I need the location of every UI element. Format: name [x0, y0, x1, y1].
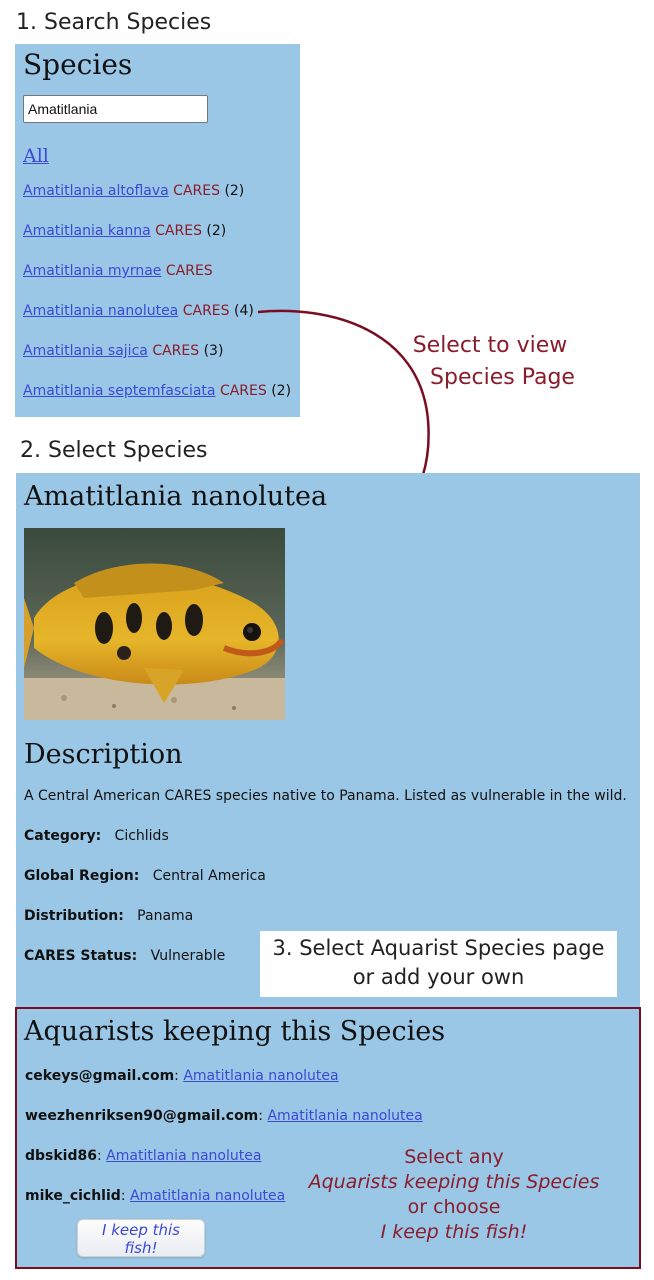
species-search-input[interactable]: [23, 95, 208, 123]
global-region-field: Global Region: Central America: [24, 868, 266, 884]
all-species-link[interactable]: All: [23, 145, 49, 167]
aquarist-species-link[interactable]: Amatitlania nanolutea: [106, 1148, 261, 1164]
species-link[interactable]: Amatitlania septemfasciata: [23, 383, 216, 399]
aquarist-user: cekeys@gmail.com: [25, 1068, 175, 1084]
species-panel-title: Species: [23, 48, 133, 81]
cares-badge: CARES: [155, 223, 202, 239]
species-count: (3): [203, 343, 224, 359]
callout-line: or choose: [407, 1196, 501, 1218]
cares-badge: CARES: [173, 183, 220, 199]
species-list-item: Amatitlania nanolutea CARES (4): [23, 303, 254, 319]
aquarist-species-link[interactable]: Amatitlania nanolutea: [183, 1068, 338, 1084]
aquarist-species-link[interactable]: Amatitlania nanolutea: [267, 1108, 422, 1124]
species-list-item: Amatitlania sajica CARES (3): [23, 343, 223, 359]
cares-status-field: CARES Status: Vulnerable: [24, 948, 225, 964]
callout-line: I keep this fish!: [380, 1221, 528, 1243]
species-page-panel: Amatitlania nanolutea Description A Cent…: [16, 473, 640, 1008]
aquarists-callout: Select any Aquarists keeping this Specie…: [299, 1145, 609, 1245]
species-link[interactable]: Amatitlania myrnae: [23, 263, 161, 279]
aquarists-panel: Aquarists keeping this Species cekeys@gm…: [15, 1007, 641, 1269]
species-link[interactable]: Amatitlania kanna: [23, 223, 151, 239]
callout-line: Aquarists keeping this Species: [308, 1171, 600, 1193]
species-count: (4): [233, 303, 254, 319]
callout-line: Species Page: [430, 365, 575, 390]
aquarist-list-item: dbskid86: Amatitlania nanolutea: [25, 1148, 262, 1164]
aquarist-list-item: weezhenriksen90@gmail.com: Amatitlania n…: [25, 1108, 423, 1124]
field-value: Vulnerable: [150, 948, 226, 964]
field-value: Panama: [137, 908, 194, 924]
aquarist-user: dbskid86: [25, 1148, 97, 1164]
field-label: Global Region:: [24, 868, 140, 884]
callout-line: Select any: [404, 1146, 504, 1168]
category-field: Category: Cichlids: [24, 828, 169, 844]
species-page-title: Amatitlania nanolutea: [24, 481, 328, 512]
species-list-item: Amatitlania septemfasciata CARES (2): [23, 383, 291, 399]
cares-badge: CARES: [165, 263, 213, 279]
species-list-item: Amatitlania kanna CARES (2): [23, 223, 226, 239]
field-label: Distribution:: [24, 908, 124, 924]
aquarist-list-item: cekeys@gmail.com: Amatitlania nanolutea: [25, 1068, 339, 1084]
aquarist-user: mike_cichlid: [25, 1188, 121, 1204]
cares-badge: CARES: [152, 343, 200, 359]
step-1-label: 1. Search Species: [16, 10, 212, 35]
field-label: CARES Status:: [24, 948, 138, 964]
species-list-item: Amatitlania myrnae CARES: [23, 263, 213, 279]
step-2-label: 2. Select Species: [20, 438, 208, 463]
species-link[interactable]: Amatitlania nanolutea: [23, 303, 178, 319]
i-keep-this-fish-button[interactable]: I keep this fish!: [77, 1219, 205, 1257]
species-link[interactable]: Amatitlania sajica: [23, 343, 148, 359]
callout-line: Select to view: [412, 333, 568, 358]
species-list-item: Amatitlania altoflava CARES (2): [23, 183, 244, 199]
step-3-line: or add your own: [352, 965, 525, 989]
field-label: Category:: [24, 828, 102, 844]
field-value: Central America: [152, 868, 266, 884]
description-text: A Central American CARES species native …: [24, 788, 627, 804]
species-search-panel: Species All Amatitlania altoflava CARES …: [15, 44, 300, 417]
description-heading: Description: [24, 739, 183, 770]
aquarist-species-link[interactable]: Amatitlania nanolutea: [130, 1188, 285, 1204]
cares-badge: CARES: [182, 303, 230, 319]
fish-photo: [24, 528, 285, 720]
species-count: (2): [206, 223, 227, 239]
species-link[interactable]: Amatitlania altoflava: [23, 183, 169, 199]
species-count: (2): [271, 383, 292, 399]
aquarist-list-item: mike_cichlid: Amatitlania nanolutea: [25, 1188, 286, 1204]
field-value: Cichlids: [114, 828, 169, 844]
step-3-label: 3. Select Aquarist Species page or add y…: [260, 931, 617, 997]
aquarists-heading: Aquarists keeping this Species: [24, 1016, 446, 1047]
cares-badge: CARES: [219, 383, 267, 399]
distribution-field: Distribution: Panama: [24, 908, 193, 924]
species-count: (2): [224, 183, 245, 199]
aquarist-user: weezhenriksen90@gmail.com: [25, 1108, 259, 1124]
select-species-callout: Select to view Species Page: [405, 330, 575, 394]
step-3-line: 3. Select Aquarist Species page: [272, 936, 605, 960]
